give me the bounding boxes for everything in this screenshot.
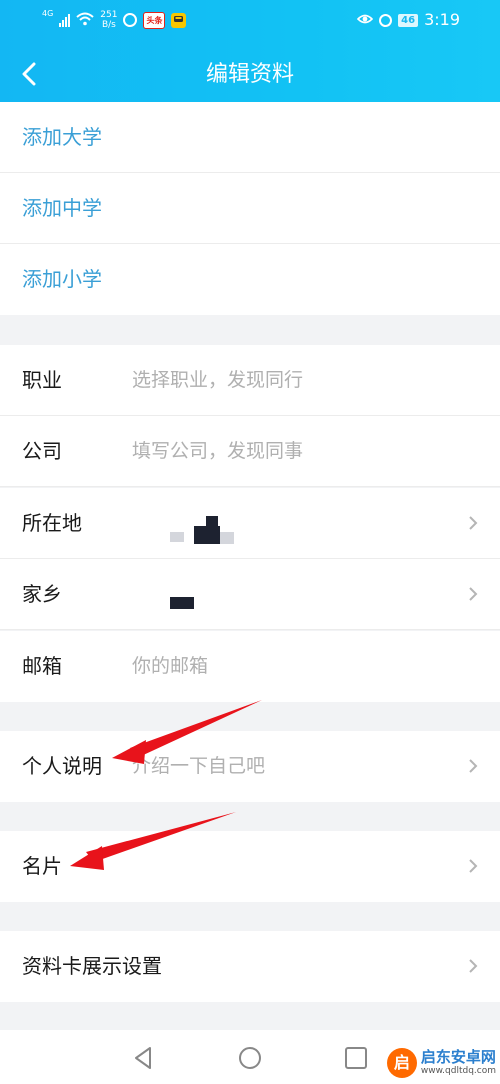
watermark-name: 启东安卓网 (420, 1048, 496, 1066)
redacted-value-blur-2 (220, 532, 234, 544)
bio-row[interactable]: 个人说明 介绍一下自己吧 (0, 731, 500, 802)
network-speed-value: 251 (100, 10, 118, 20)
hometown-row[interactable]: 家乡 (0, 559, 500, 630)
circle-status-icon (123, 13, 138, 27)
company-input[interactable]: 填写公司，发现同事 (132, 416, 303, 487)
chevron-right-icon (469, 959, 478, 973)
occupation-row[interactable]: 职业 选择职业，发现同行 (0, 345, 500, 416)
page-title: 编辑资料 (205, 62, 294, 87)
chevron-right-icon (469, 516, 478, 530)
add-middle-school-label: 添加中学 (22, 196, 102, 220)
location-label: 所在地 (22, 511, 82, 535)
email-input[interactable]: 你的邮箱 (132, 631, 208, 702)
chevron-right-icon (469, 859, 478, 873)
network-speed: 251 B/s (100, 10, 117, 30)
status-right: 46 3:19 (357, 8, 460, 32)
add-middle-school-row[interactable]: 添加中学 (0, 173, 500, 244)
location-row[interactable]: 所在地 (0, 488, 500, 559)
status-left: 4G 251 B/s 头条 (42, 8, 187, 32)
status-bar: 4G 251 B/s 头条 46 3:19 (0, 0, 500, 38)
profile-card-settings-label: 资料卡展示设置 (22, 954, 162, 978)
header-bar: 4G 251 B/s 头条 46 3:19 编辑资料 (0, 0, 500, 108)
chevron-right-icon (469, 587, 478, 601)
back-button[interactable] (10, 48, 56, 98)
watermark-logo: 启 (386, 1048, 417, 1078)
redacted-value (170, 597, 194, 609)
eye-comfort-icon (357, 13, 374, 28)
business-card-row[interactable]: 名片 (0, 831, 500, 902)
alarm-icon (379, 13, 393, 27)
add-university-row[interactable]: 添加大学 (0, 102, 500, 173)
bio-input[interactable]: 介绍一下自己吧 (132, 731, 265, 802)
email-label: 邮箱 (22, 654, 62, 678)
occupation-label: 职业 (22, 368, 62, 392)
taxi-app-icon (171, 12, 187, 28)
nav-back-icon[interactable] (130, 1044, 158, 1072)
hometown-label: 家乡 (22, 582, 62, 606)
add-primary-school-label: 添加小学 (22, 267, 102, 291)
add-primary-school-row[interactable]: 添加小学 (0, 244, 500, 315)
company-label: 公司 (22, 439, 62, 463)
occupation-input[interactable]: 选择职业，发现同行 (132, 345, 303, 416)
cell-signal-icon (59, 13, 71, 27)
nav-home-icon[interactable] (236, 1044, 264, 1072)
redacted-value-part (206, 516, 218, 528)
company-row[interactable]: 公司 填写公司，发现同事 (0, 416, 500, 487)
battery-icon: 46 (398, 13, 419, 27)
watermark-text: 启东安卓网 www.qdltdq.com (421, 1049, 496, 1077)
toutiao-app-icon: 头条 (143, 11, 166, 29)
watermark-url: www.qdltdq.com (420, 1066, 496, 1076)
wifi-icon (76, 11, 94, 30)
profile-card-settings-row[interactable]: 资料卡展示设置 (0, 931, 500, 1002)
nav-bar: 编辑资料 (0, 38, 500, 108)
chevron-left-icon (22, 62, 36, 86)
bio-label: 个人说明 (22, 754, 102, 778)
chevron-right-icon (469, 759, 478, 773)
network-speed-unit: B/s (101, 20, 116, 30)
clock-time: 3:19 (424, 10, 460, 29)
site-watermark: 启 启东安卓网 www.qdltdq.com (386, 1048, 496, 1078)
email-row[interactable]: 邮箱 你的邮箱 (0, 631, 500, 702)
network-type-label: 4G (42, 9, 54, 18)
add-university-label: 添加大学 (22, 125, 102, 149)
nav-recents-icon[interactable] (342, 1044, 370, 1072)
business-card-label: 名片 (22, 854, 62, 878)
redacted-value (194, 526, 220, 544)
redacted-value-blur (170, 532, 184, 542)
